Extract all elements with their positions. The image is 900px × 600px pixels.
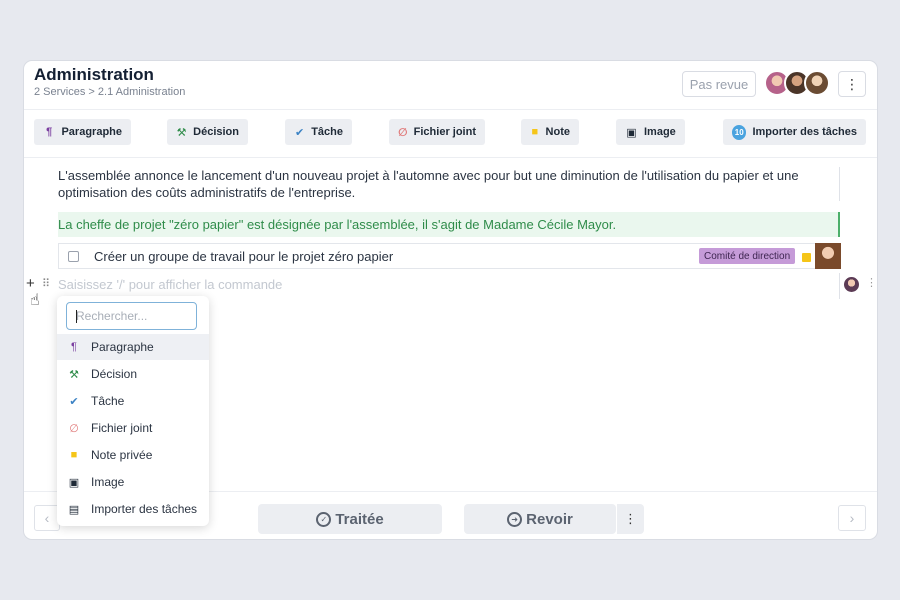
pilcrow-icon: ¶: [71, 341, 77, 353]
check-icon: ✔: [294, 126, 305, 139]
menu-item-paragraph[interactable]: ¶ Paragraphe: [57, 334, 209, 360]
arrow-circle-icon: ➜: [507, 511, 523, 527]
block-edge: [839, 273, 840, 299]
task-block[interactable]: Créer un groupe de travail pour le proje…: [58, 243, 841, 269]
toolbar-label: Importer des tâches: [752, 126, 857, 138]
review-options-button[interactable]: ⋮: [616, 504, 644, 534]
toolbar-label: Paragraphe: [61, 126, 122, 138]
menu-item-attachment[interactable]: ∅ Fichier joint: [57, 415, 209, 441]
avatar: [804, 70, 830, 96]
menu-item-label: Paragraphe: [91, 340, 154, 354]
count-badge-icon: 10: [732, 124, 747, 140]
menu-item-label: Fichier joint: [91, 421, 153, 435]
editor-placeholder[interactable]: Saisissez '/' pour afficher la commande: [58, 277, 282, 292]
toolbar-label: Décision: [193, 126, 239, 138]
priority-square-icon: [802, 253, 811, 262]
avatar: [844, 277, 859, 292]
toolbar-attachment-button[interactable]: ∅ Fichier joint: [389, 119, 485, 145]
block-options-icon[interactable]: ⋮: [866, 276, 877, 289]
paragraph-block[interactable]: L'assemblée annonce le lancement d'un no…: [58, 167, 838, 201]
image-icon: ▣: [626, 126, 637, 139]
decision-block[interactable]: La cheffe de projet "zéro papier" est dé…: [58, 212, 840, 237]
gavel-icon: ⚒: [176, 126, 187, 139]
image-icon: ▣: [68, 476, 80, 489]
import-tasks-icon: ▤: [68, 503, 80, 516]
note-icon: ■: [531, 126, 539, 138]
page-title: Administration: [34, 65, 154, 84]
toolbar-import-tasks-button[interactable]: 10 Importer des tâches: [723, 119, 866, 145]
menu-item-label: Importer des tâches: [91, 502, 198, 516]
menu-item-import-tasks[interactable]: ▤ Importer des tâches: [57, 496, 209, 522]
menu-item-label: Note privée: [91, 448, 153, 462]
block-type-menu: Rechercher... ¶ Paragraphe ⚒ Décision ✔ …: [57, 296, 209, 526]
next-item-button[interactable]: ›: [838, 505, 866, 531]
pilcrow-icon: ¶: [46, 126, 53, 138]
drag-handle-icon[interactable]: ⠿: [42, 277, 50, 290]
toolbar-label: Image: [644, 126, 676, 138]
menu-item-label: Tâche: [91, 394, 125, 408]
toolbar-label: Fichier joint: [413, 126, 476, 138]
toolbar-label: Tâche: [311, 126, 343, 138]
review-label: Revoir: [526, 510, 573, 528]
avatar[interactable]: [815, 243, 841, 269]
toolbar-decision-button[interactable]: ⚒ Décision: [167, 119, 248, 145]
decision-text: La cheffe de projet "zéro papier" est dé…: [58, 217, 617, 232]
menu-item-label: Image: [91, 475, 125, 489]
paperclip-icon: ∅: [398, 126, 408, 139]
toolbar-paragraph-button[interactable]: ¶ Paragraphe: [34, 119, 131, 145]
hand-cursor-icon: ☝: [30, 292, 40, 309]
toolbar-label: Note: [545, 126, 570, 138]
check-icon: ✔: [69, 395, 79, 408]
review-status-button[interactable]: Pas revue: [682, 71, 756, 97]
mark-done-button[interactable]: ✓ Traitée: [258, 504, 442, 534]
paperclip-icon: ∅: [69, 422, 79, 435]
toolbar-note-button[interactable]: ■ Note: [521, 119, 579, 145]
divider: [24, 109, 877, 110]
menu-item-private-note[interactable]: ■ Note privée: [57, 442, 209, 468]
block-edge: [839, 167, 840, 201]
note-icon: ■: [70, 449, 78, 461]
more-options-button[interactable]: ⋮: [838, 71, 866, 97]
mark-done-label: Traitée: [335, 510, 384, 528]
task-label: Créer un groupe de travail pour le proje…: [94, 248, 394, 264]
menu-item-decision[interactable]: ⚒ Décision: [57, 361, 209, 387]
divider: [24, 157, 877, 158]
menu-item-label: Décision: [91, 367, 138, 381]
menu-item-image[interactable]: ▣ Image: [57, 469, 209, 495]
menu-search-input[interactable]: Rechercher...: [66, 302, 197, 330]
check-circle-icon: ✓: [316, 511, 332, 527]
toolbar-task-button[interactable]: ✔ Tâche: [285, 119, 352, 145]
assignee-tag[interactable]: Comité de direction: [699, 248, 796, 264]
menu-item-task[interactable]: ✔ Tâche: [57, 388, 209, 414]
breadcrumb[interactable]: 2 Services > 2.1 Administration: [34, 86, 185, 98]
participants-avatars[interactable]: [764, 70, 832, 98]
gavel-icon: ⚒: [69, 368, 79, 381]
task-checkbox[interactable]: [68, 250, 79, 262]
toolbar-image-button[interactable]: ▣ Image: [616, 119, 685, 145]
review-button[interactable]: ➜ Revoir: [464, 504, 616, 534]
